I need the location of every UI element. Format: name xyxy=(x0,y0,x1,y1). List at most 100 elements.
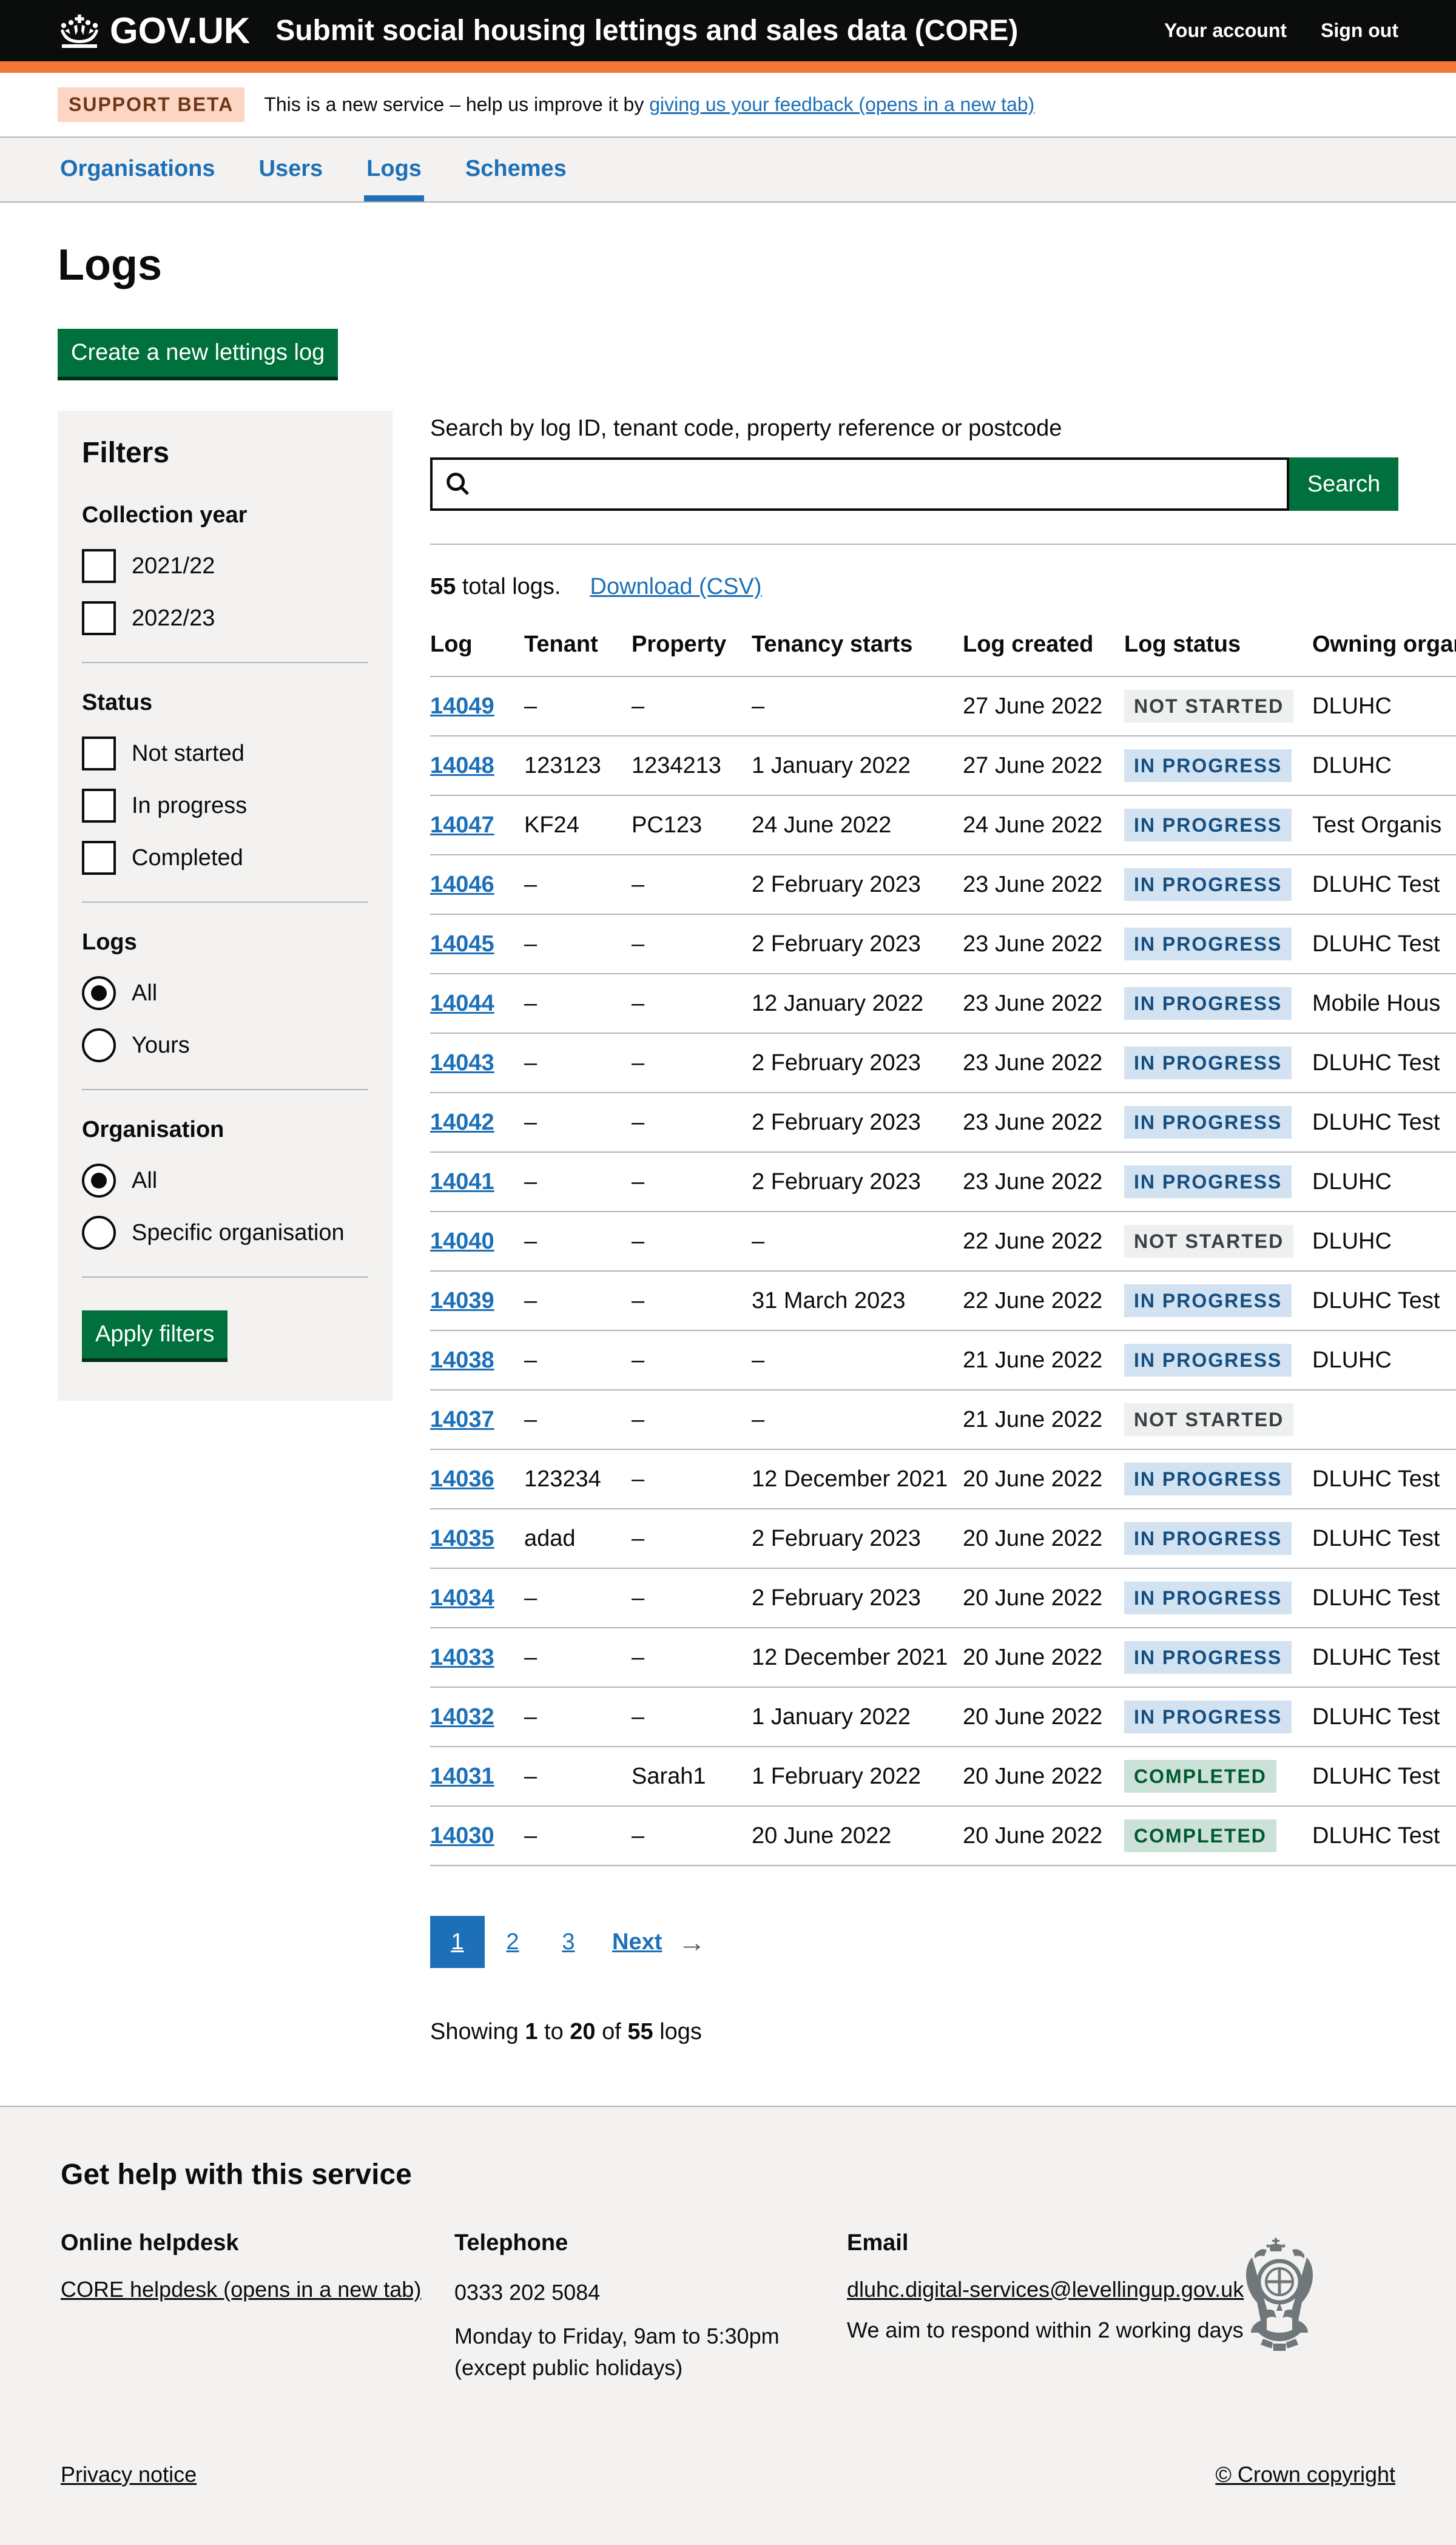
checkbox-completed[interactable]: Completed xyxy=(82,841,368,875)
feedback-link[interactable]: giving us your feedback (opens in a new … xyxy=(649,93,1034,115)
table-row: 14044 – – 12 January 2022 23 June 2022 I… xyxy=(430,974,1456,1033)
cell-owning-organisation: Test Organis xyxy=(1312,795,1456,855)
search-input[interactable] xyxy=(430,457,1289,511)
cell-owning-organisation: DLUHC Test xyxy=(1312,1271,1456,1330)
cell-tenancy-starts: – xyxy=(752,1212,963,1271)
filter-divider xyxy=(82,902,368,903)
pagination: 1 2 3 Next → xyxy=(430,1916,1456,1968)
table-row: 14043 – – 2 February 2023 23 June 2022 I… xyxy=(430,1033,1456,1093)
log-link[interactable]: 14034 xyxy=(430,1585,494,1611)
cell-tenancy-starts: 1 January 2022 xyxy=(752,1687,963,1747)
cell-property: – xyxy=(632,1330,752,1390)
showing-summary: Showing 1 to 20 of 55 logs xyxy=(430,2019,1456,2045)
table-header-row: Log Tenant Property Tenancy starts Log c… xyxy=(430,627,1456,676)
cell-log-created: 20 June 2022 xyxy=(963,1568,1124,1628)
log-link[interactable]: 14038 xyxy=(430,1347,494,1373)
filter-divider xyxy=(82,1089,368,1090)
your-account-link[interactable]: Your account xyxy=(1164,19,1287,42)
cell-log-created: 23 June 2022 xyxy=(963,914,1124,974)
pagination-page-1-current[interactable]: 1 xyxy=(430,1916,485,1968)
cell-property: – xyxy=(632,676,752,736)
log-link[interactable]: 14039 xyxy=(430,1288,494,1313)
cell-property: – xyxy=(632,914,752,974)
download-csv-link[interactable]: Download (CSV) xyxy=(590,574,762,600)
log-link[interactable]: 14031 xyxy=(430,1764,494,1789)
table-row: 14035 adad – 2 February 2023 20 June 202… xyxy=(430,1509,1456,1568)
nav-item-organisations[interactable]: Organisations xyxy=(58,138,218,201)
log-link[interactable]: 14047 xyxy=(430,812,494,838)
arrow-right-icon: → xyxy=(678,1926,706,1958)
nav-item-logs[interactable]: Logs xyxy=(364,138,424,201)
cell-owning-organisation: DLUHC xyxy=(1312,676,1456,736)
log-link[interactable]: 14045 xyxy=(430,931,494,957)
log-link[interactable]: 14035 xyxy=(430,1526,494,1551)
table-row: 14041 – – 2 February 2023 23 June 2022 I… xyxy=(430,1152,1456,1212)
apply-filters-button[interactable]: Apply filters xyxy=(82,1310,228,1358)
cell-tenant: – xyxy=(524,855,632,914)
log-link[interactable]: 14041 xyxy=(430,1169,494,1195)
service-name[interactable]: Submit social housing lettings and sales… xyxy=(275,14,1018,47)
col-header-owning-organisation: Owning organisation xyxy=(1312,627,1456,676)
cell-log-created: 24 June 2022 xyxy=(963,795,1124,855)
log-link[interactable]: 14036 xyxy=(430,1466,494,1492)
cell-tenant: adad xyxy=(524,1509,632,1568)
pagination-page-3[interactable]: 3 xyxy=(541,1916,596,1968)
status-tag: IN PROGRESS xyxy=(1124,1165,1292,1198)
privacy-notice-link[interactable]: Privacy notice xyxy=(61,2462,197,2487)
cell-property: 1234213 xyxy=(632,736,752,795)
log-link[interactable]: 14049 xyxy=(430,693,494,719)
sign-out-link[interactable]: Sign out xyxy=(1321,19,1398,42)
cell-property: – xyxy=(632,1271,752,1330)
telephone-hours: Monday to Friday, 9am to 5:30pm xyxy=(454,2321,847,2352)
status-tag: IN PROGRESS xyxy=(1124,749,1292,782)
table-row: 14037 – – – 21 June 2022 NOT STARTED xyxy=(430,1390,1456,1449)
telephone-number: 0333 202 5084 xyxy=(454,2277,847,2308)
cell-log-created: 21 June 2022 xyxy=(963,1330,1124,1390)
radio-organisation-all[interactable]: All xyxy=(82,1164,368,1198)
crown-copyright-link[interactable]: © Crown copyright xyxy=(1215,2462,1395,2487)
core-helpdesk-link[interactable]: CORE helpdesk (opens in a new tab) xyxy=(61,2277,421,2302)
status-tag: NOT STARTED xyxy=(1124,690,1293,723)
beta-tag: SUPPORT BETA xyxy=(58,87,244,122)
log-link[interactable]: 14032 xyxy=(430,1704,494,1730)
table-row: 14036 123234 – 12 December 2021 20 June … xyxy=(430,1449,1456,1509)
cell-tenant: KF24 xyxy=(524,795,632,855)
log-link[interactable]: 14048 xyxy=(430,753,494,778)
checkbox-in-progress[interactable]: In progress xyxy=(82,789,368,823)
cell-log-created: 20 June 2022 xyxy=(963,1449,1124,1509)
radio-logs-all[interactable]: All xyxy=(82,976,368,1010)
log-link[interactable]: 14037 xyxy=(430,1407,494,1432)
pagination-next-link[interactable]: Next xyxy=(612,1929,662,1955)
cell-log-created: 20 June 2022 xyxy=(963,1687,1124,1747)
log-link[interactable]: 14046 xyxy=(430,872,494,897)
pagination-page-2[interactable]: 2 xyxy=(485,1916,541,1968)
log-link[interactable]: 14044 xyxy=(430,991,494,1016)
cell-owning-organisation: DLUHC Test xyxy=(1312,1687,1456,1747)
nav-item-users[interactable]: Users xyxy=(257,138,326,201)
log-link[interactable]: 14042 xyxy=(430,1110,494,1135)
radio-logs-yours[interactable]: Yours xyxy=(82,1028,368,1062)
status-tag: NOT STARTED xyxy=(1124,1225,1293,1258)
nav-item-schemes[interactable]: Schemes xyxy=(463,138,569,201)
cell-tenant: – xyxy=(524,1212,632,1271)
checkbox-2022-23[interactable]: 2022/23 xyxy=(82,601,368,635)
search-button[interactable]: Search xyxy=(1289,457,1398,511)
cell-owning-organisation: DLUHC Test xyxy=(1312,1747,1456,1806)
checkbox-2021-22[interactable]: 2021/22 xyxy=(82,549,368,583)
log-link[interactable]: 14030 xyxy=(430,1823,494,1849)
status-tag: IN PROGRESS xyxy=(1124,928,1292,960)
govuk-logo[interactable]: GOV.UK xyxy=(58,10,250,52)
radio-organisation-specific[interactable]: Specific organisation xyxy=(82,1216,368,1250)
log-link[interactable]: 14033 xyxy=(430,1645,494,1670)
logs-table: Log Tenant Property Tenancy starts Log c… xyxy=(430,627,1456,1866)
create-lettings-log-button[interactable]: Create a new lettings log xyxy=(58,329,338,377)
table-row: 14047 KF24 PC123 24 June 2022 24 June 20… xyxy=(430,795,1456,855)
cell-log-created: 23 June 2022 xyxy=(963,1093,1124,1152)
cell-tenant: – xyxy=(524,1390,632,1449)
cell-owning-organisation: DLUHC Test xyxy=(1312,855,1456,914)
email-link[interactable]: dluhc.digital-services@levellingup.gov.u… xyxy=(847,2277,1244,2302)
checkbox-not-started[interactable]: Not started xyxy=(82,737,368,770)
log-link[interactable]: 14040 xyxy=(430,1229,494,1254)
cell-tenancy-starts: 12 January 2022 xyxy=(752,974,963,1033)
log-link[interactable]: 14043 xyxy=(430,1050,494,1076)
